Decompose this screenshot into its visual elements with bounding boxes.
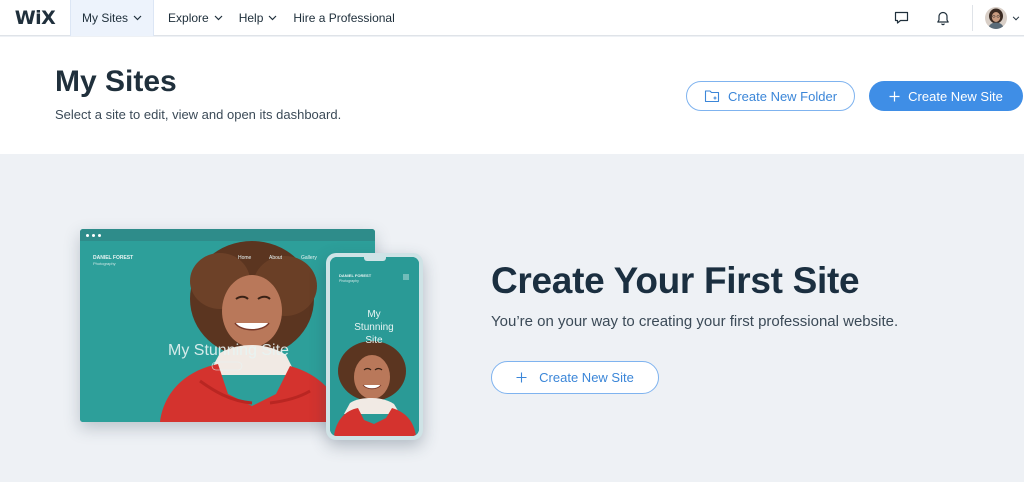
phone-mockup: DANIEL FOREST Photography My Stunning Si… (326, 253, 423, 440)
mockup-nav-about: About (269, 255, 283, 261)
avatar[interactable] (985, 7, 1007, 29)
mockup-headline: My Stunning Site (168, 342, 289, 359)
nav-hire-label: Hire a Professional (293, 10, 395, 25)
chevron-down-icon[interactable] (1012, 15, 1020, 21)
top-navigation-bar: WiX My Sites Explore Help Hire a Profess… (0, 0, 1024, 36)
mockup-brand-sub: Photography (93, 261, 116, 266)
bell-icon[interactable] (932, 7, 954, 29)
nav-explore[interactable]: Explore (160, 0, 231, 36)
top-right-actions (890, 0, 1024, 36)
phone-brand-sub: Photography (339, 279, 359, 283)
hero-create-new-site-button[interactable]: Create New Site (491, 361, 659, 394)
create-new-site-label: Create New Site (908, 88, 1003, 104)
chevron-down-icon (268, 15, 277, 21)
phone-notch (364, 257, 386, 261)
phone-headline-line3: Site (365, 335, 383, 346)
page-header: My Sites Select a site to edit, view and… (0, 37, 1024, 154)
phone-brand: DANIEL FOREST (339, 273, 372, 278)
browser-bar (80, 229, 375, 241)
create-new-folder-button[interactable]: Create New Folder (686, 81, 855, 111)
site-preview-illustration: DANIEL FOREST Photography Home About Gal… (80, 229, 425, 440)
create-new-site-button[interactable]: Create New Site (869, 81, 1023, 111)
hero-description: You’re on your way to creating your firs… (491, 313, 899, 330)
page-subtitle: Select a site to edit, view and open its… (55, 107, 342, 122)
page-title: My Sites (55, 65, 177, 98)
nav-my-sites[interactable]: My Sites (70, 0, 155, 36)
phone-hero-image: DANIEL FOREST Photography My Stunning Si… (330, 257, 419, 436)
create-new-folder-label: Create New Folder (727, 88, 838, 104)
divider (972, 5, 973, 31)
phone-headline-line2: Stunning (354, 322, 393, 333)
nav-hire-professional[interactable]: Hire a Professional (285, 0, 402, 36)
folder-plus-icon (704, 89, 720, 103)
mockup-nav-home: Home (238, 255, 252, 261)
nav-help[interactable]: Help (231, 0, 286, 36)
wix-logo[interactable]: WiX (0, 0, 70, 36)
chevron-down-icon (214, 15, 223, 21)
nav-help-label: Help (238, 10, 264, 25)
phone-screen: DANIEL FOREST Photography My Stunning Si… (330, 257, 419, 436)
hero-title: Create Your First Site (491, 260, 860, 301)
plus-icon (889, 91, 900, 102)
chevron-down-icon (133, 15, 142, 21)
phone-headline-line1: My (367, 309, 380, 320)
nav-explore-label: Explore (168, 10, 209, 25)
plus-icon (516, 372, 527, 383)
hero-create-new-site-label: Create New Site (539, 370, 634, 385)
mockup-nav-gallery: Gallery (301, 255, 317, 261)
nav-my-sites-label: My Sites (82, 10, 129, 25)
chat-icon[interactable] (890, 7, 912, 29)
